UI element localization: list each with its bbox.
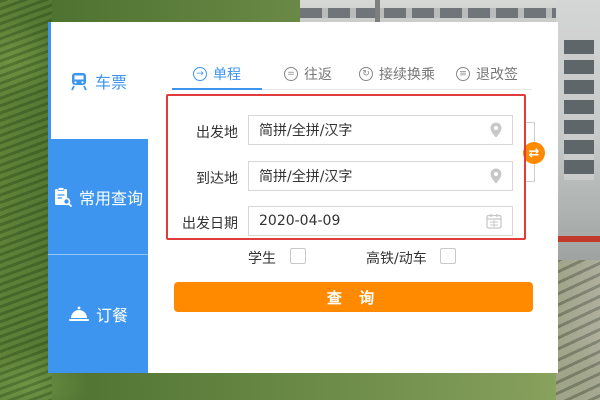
sidebar-item-tickets[interactable]: 车票 <box>48 22 148 139</box>
swap-stations-button[interactable]: ⇄ <box>523 142 545 164</box>
swap-arrows-icon: ⇄ <box>528 145 540 161</box>
sidebar: 车票 常用查询 订餐 <box>48 22 148 373</box>
highspeed-checkbox[interactable] <box>440 248 456 264</box>
train-right <box>556 0 600 260</box>
student-label: 学生 <box>248 251 276 267</box>
tab-refund-change[interactable]: ≡ 退改签 <box>456 60 518 88</box>
sidebar-item-label: 车票 <box>94 72 127 92</box>
active-tab-underline <box>172 88 262 90</box>
food-cloche-icon <box>68 305 90 323</box>
sidebar-item-common-queries[interactable]: 常用查询 <box>48 139 148 254</box>
clipboard-search-icon <box>53 186 73 208</box>
sidebar-item-label: 常用查询 <box>78 188 143 208</box>
student-checkbox[interactable] <box>290 248 306 264</box>
search-button[interactable]: 查 询 <box>174 282 533 312</box>
tab-label: 接续换乘 <box>379 67 435 83</box>
ticket-search-panel: 车票 常用查询 订餐 → 单程 = 往返 ↻ 接续换乘 ≡ 退改签 出发地 简拼… <box>48 22 558 373</box>
tab-transfer[interactable]: ↻ 接续换乘 <box>359 60 435 88</box>
tab-label: 退改签 <box>476 67 518 83</box>
train-icon <box>69 71 89 91</box>
refresh-circle-icon: ↻ <box>359 67 373 81</box>
tab-round-trip[interactable]: = 往返 <box>284 60 332 88</box>
tab-label: 往返 <box>304 67 332 83</box>
sidebar-item-meal-order[interactable]: 订餐 <box>48 255 148 373</box>
equals-circle-icon: = <box>284 67 298 81</box>
sidebar-item-label: 订餐 <box>95 306 128 325</box>
highlight-box <box>166 94 526 240</box>
railway-tracks <box>556 260 600 400</box>
ticket-circle-icon: ≡ <box>456 67 470 81</box>
tab-label: 单程 <box>213 67 241 83</box>
highspeed-label: 高铁/动车 <box>366 251 427 267</box>
arrow-circle-icon: → <box>193 67 207 81</box>
tab-one-way[interactable]: → 单程 <box>193 60 241 88</box>
